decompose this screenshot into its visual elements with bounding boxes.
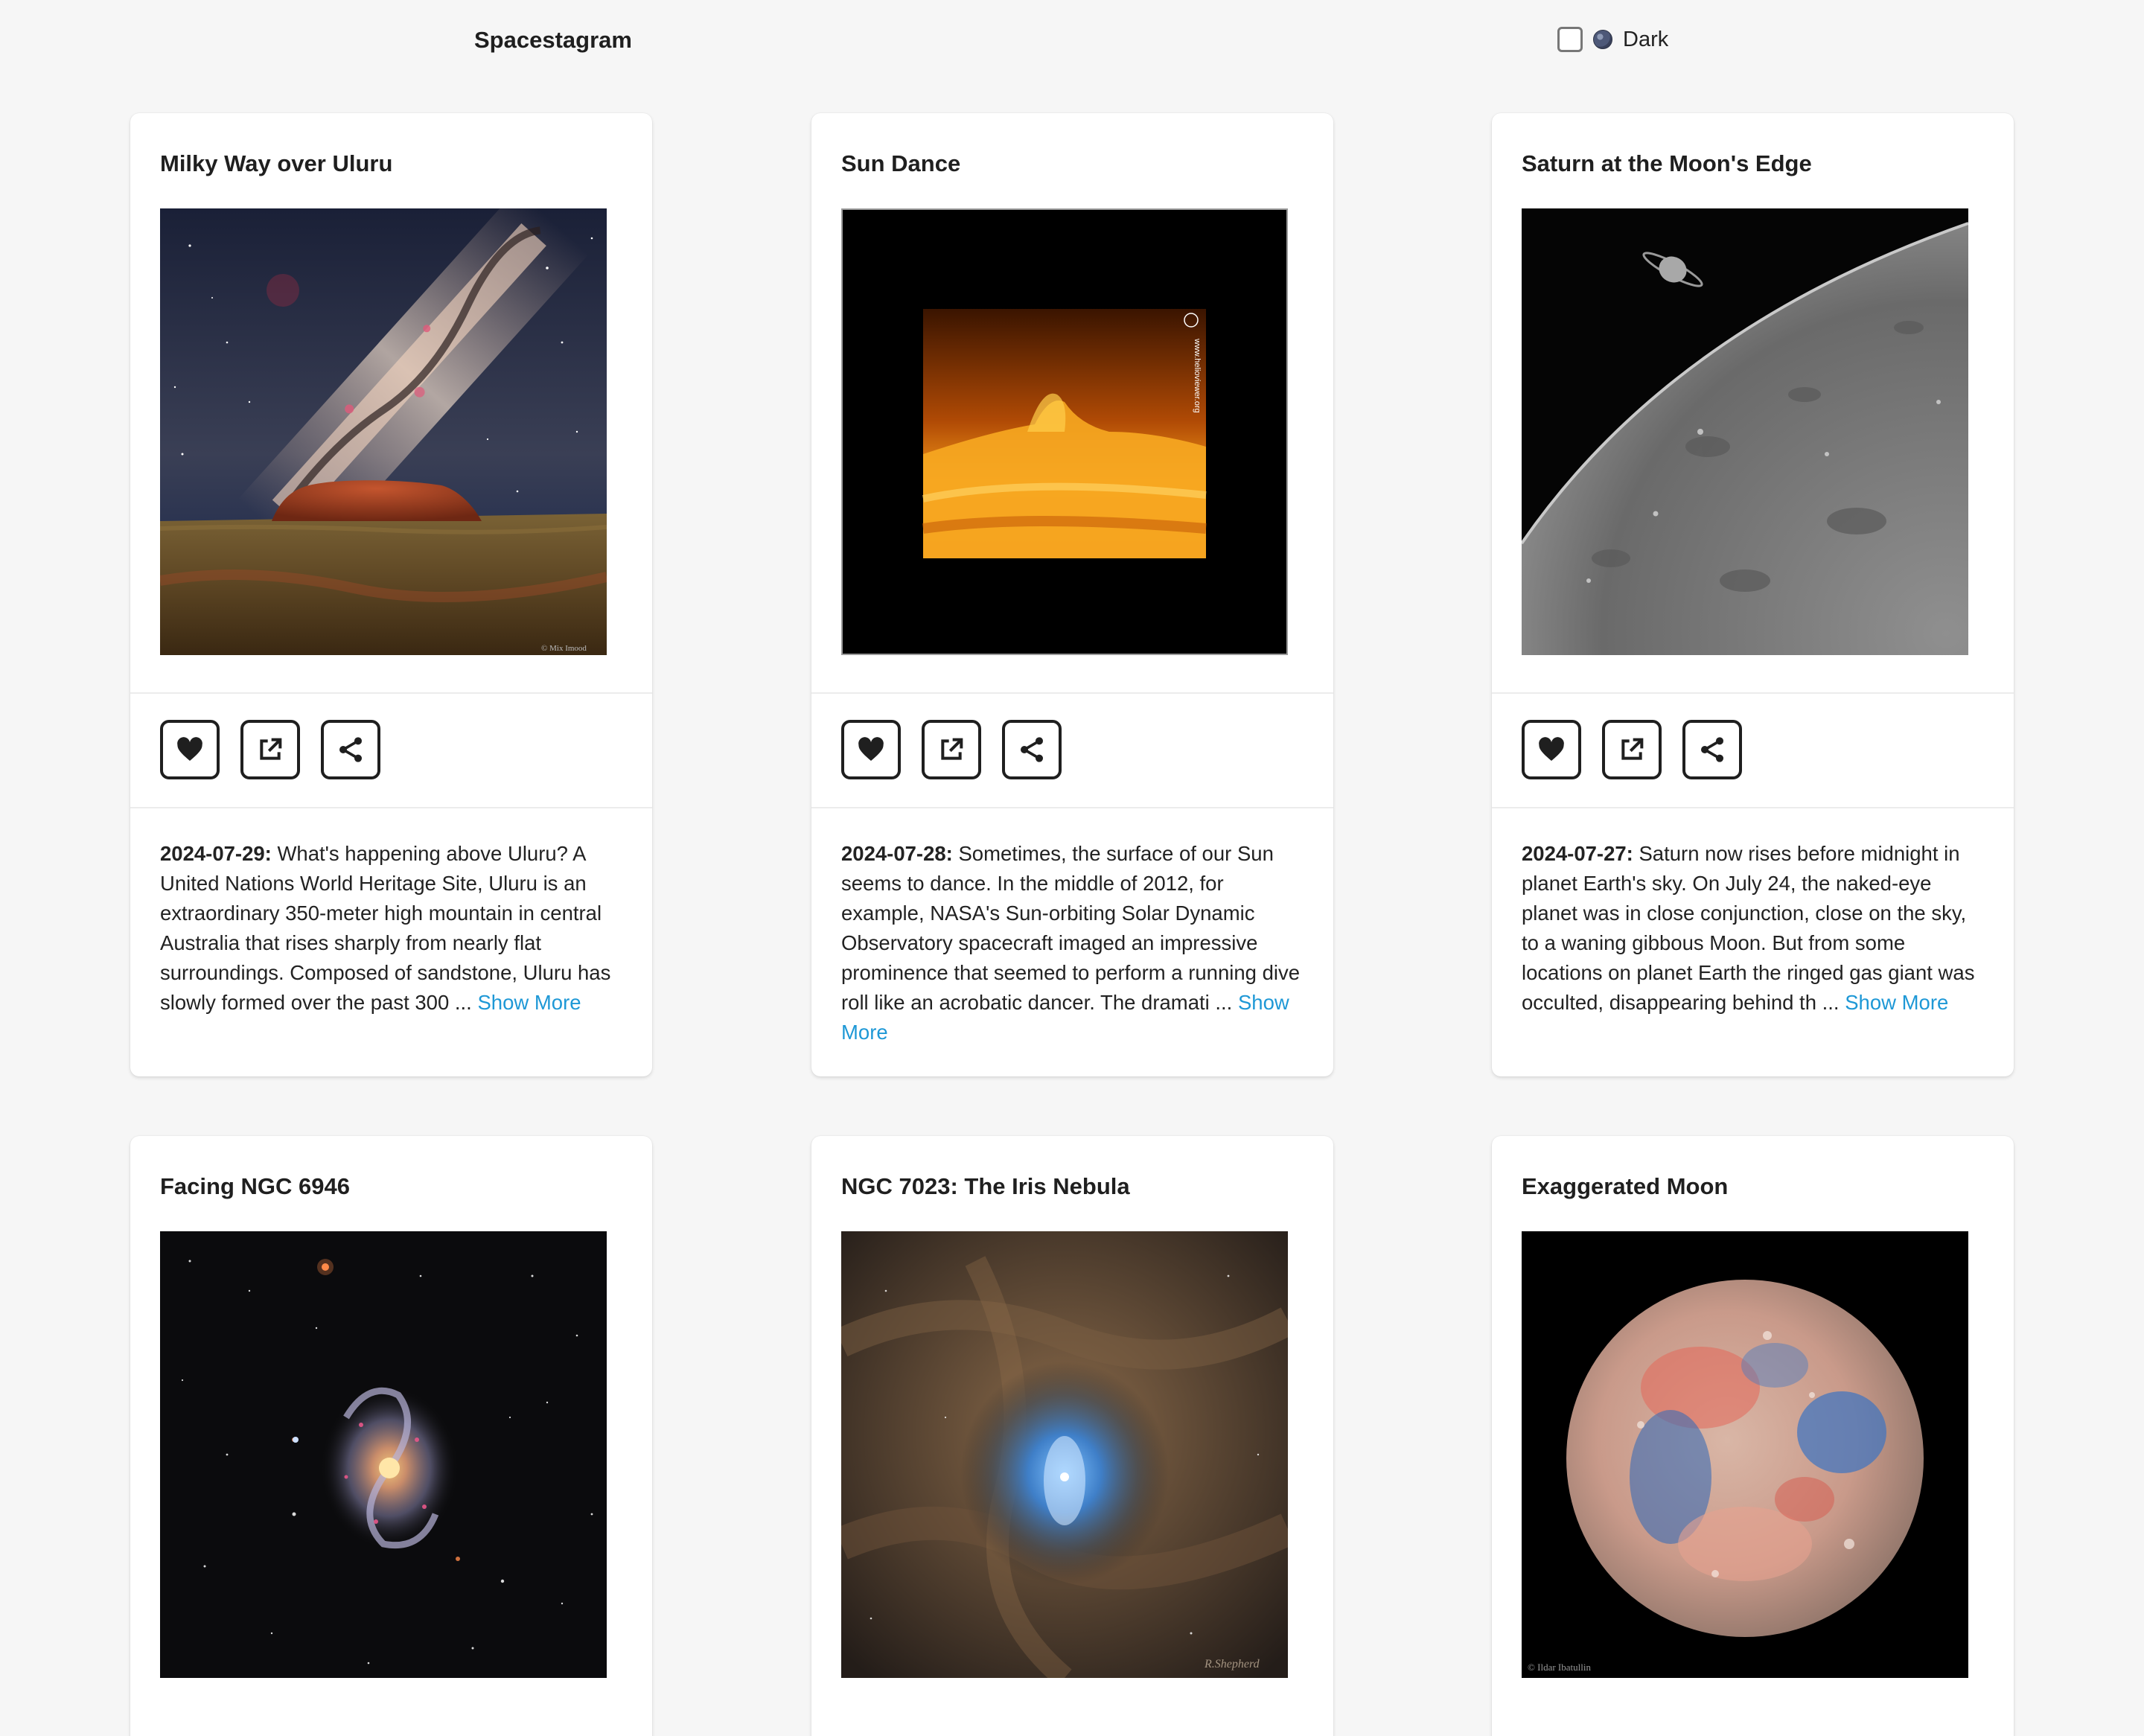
open-link-button[interactable] [1602,720,1662,779]
post-card: Facing NGC 6946 [130,1136,652,1736]
post-card: Milky Way over Uluru © Mix Imood 2024-07… [130,113,652,1076]
share-button[interactable] [1002,720,1062,779]
dark-mode-label: Dark [1623,27,1669,51]
brand-title: Spacestagram [474,27,632,53]
show-more-link[interactable]: Show More [1845,991,1948,1014]
post-image[interactable] [160,1231,607,1678]
divider [130,692,652,694]
iris-nebula-image: R.Shepherd [841,1231,1288,1678]
share-icon [1701,737,1723,762]
open-link-button[interactable] [240,720,300,779]
exaggerated-moon-image: © Ildar Ibatullin [1522,1231,1968,1678]
post-image[interactable]: www.helioviewer.org [841,208,1288,655]
theme-toggle[interactable]: Dark [1557,27,1668,52]
saturn-moon-image [1522,208,1968,655]
post-explanation: Sometimes, the surface of our Sun seems … [841,842,1301,1014]
post-image[interactable] [1522,208,1968,655]
dark-mode-checkbox[interactable] [1557,27,1583,52]
show-more-link[interactable]: Show More [477,991,581,1014]
heart-icon [858,737,884,761]
like-button[interactable] [160,720,220,779]
external-link-icon [941,738,963,760]
image-credit: R.Shepherd [1204,1658,1260,1670]
open-link-button[interactable] [922,720,981,779]
share-button[interactable] [321,720,380,779]
heart-icon [1539,737,1564,761]
post-card: Sun Dance www.helioviewer.org 2024-07-28… [811,113,1333,1076]
post-actions [841,720,1062,779]
header: Spacestagram Dark [0,0,2144,86]
like-button[interactable] [1522,720,1581,779]
post-explanation: What's happening above Uluru? A United N… [160,842,611,1014]
post-description: 2024-07-28: Sometimes, the surface of ou… [841,839,1306,1047]
ngc-6946-galaxy-image [160,1231,607,1678]
post-date: 2024-07-29: [160,842,272,865]
sun-dance-image: www.helioviewer.org [841,208,1288,655]
post-title: Milky Way over Uluru [160,150,393,176]
divider [811,807,1333,808]
external-link-icon [1621,738,1644,760]
moon-icon [1593,30,1612,49]
divider [811,692,1333,694]
post-description: 2024-07-27: Saturn now rises before midn… [1522,839,1987,1018]
post-title: Facing NGC 6946 [160,1173,350,1199]
post-image[interactable]: R.Shepherd [841,1231,1288,1678]
heart-icon [177,737,202,761]
post-actions [160,720,380,779]
post-actions [1522,720,1742,779]
post-title: Exaggerated Moon [1522,1173,1729,1199]
image-credit: © Ildar Ibatullin [1528,1662,1591,1673]
post-title: NGC 7023: The Iris Nebula [841,1173,1130,1199]
post-description: 2024-07-29: What's happening above Uluru… [160,839,625,1018]
divider [130,807,652,808]
share-icon [1021,737,1043,762]
post-image[interactable]: © Ildar Ibatullin [1522,1231,1968,1678]
post-card: Saturn at the Moon's Edge 2024-07-27: Sa… [1492,113,2014,1076]
divider [1492,807,2014,808]
post-title: Sun Dance [841,150,961,176]
image-credit: www.helioviewer.org [1193,338,1202,413]
post-date: 2024-07-27: [1522,842,1633,865]
post-date: 2024-07-28: [841,842,953,865]
post-explanation: Saturn now rises before midnight in plan… [1522,842,1975,1014]
post-card: Exaggerated Moon © Ildar Ibatullin [1492,1136,2014,1736]
divider [1492,692,2014,694]
post-card: NGC 7023: The Iris Nebula R.Shepherd [811,1136,1333,1736]
share-button[interactable] [1682,720,1742,779]
post-image[interactable]: © Mix Imood [160,208,607,655]
external-link-icon [260,738,282,760]
image-credit: © Mix Imood [541,644,587,653]
share-icon [339,737,362,762]
milky-way-uluru-image: © Mix Imood [160,208,607,655]
post-title: Saturn at the Moon's Edge [1522,150,1812,176]
like-button[interactable] [841,720,901,779]
